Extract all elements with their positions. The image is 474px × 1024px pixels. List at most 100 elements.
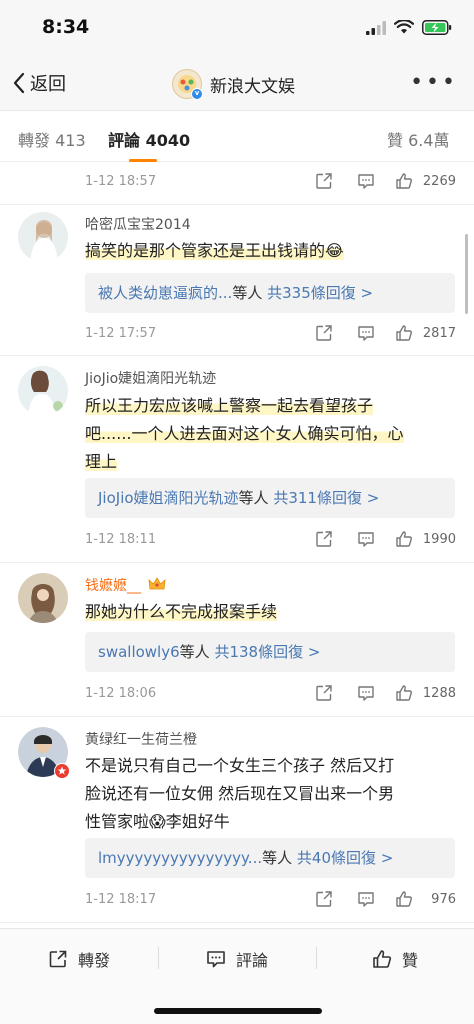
home-indicator[interactable] bbox=[154, 1008, 322, 1014]
comment-time: 1-12 17:57 bbox=[85, 325, 157, 341]
tab-likes[interactable]: 贊 6.4萬 bbox=[387, 127, 450, 151]
divider bbox=[0, 562, 474, 563]
more-options-button[interactable]: ••• bbox=[410, 70, 458, 95]
reply-icon[interactable] bbox=[357, 890, 375, 908]
verified-badge-icon: v bbox=[191, 88, 203, 100]
back-label: 返回 bbox=[30, 74, 66, 95]
reply-count-link[interactable]: 共311條回復 > bbox=[273, 489, 379, 507]
verified-red-badge-icon bbox=[54, 763, 70, 779]
comment-text-line: 性管家啦 bbox=[85, 812, 150, 831]
avatar-image bbox=[18, 366, 68, 416]
reply-suffix: 等人 bbox=[232, 284, 263, 302]
comment-icon bbox=[207, 951, 225, 968]
comment-list[interactable]: 1-12 18:57 2269 哈密瓜宝宝2014 搞笑的是那个管家还是王出钱请… bbox=[0, 162, 474, 928]
wifi-icon bbox=[394, 20, 414, 34]
reply-icon[interactable] bbox=[357, 684, 375, 702]
comment-meta: 1-12 18:17 976 bbox=[85, 885, 456, 913]
comment-actions: 1288 bbox=[291, 684, 456, 702]
status-time: 8:34 bbox=[42, 16, 90, 38]
username[interactable]: 黄绿红一生荷兰橙 bbox=[85, 729, 197, 749]
username[interactable]: 哈密瓜宝宝2014 bbox=[85, 214, 191, 234]
signal-icon bbox=[366, 20, 386, 35]
share-icon[interactable] bbox=[315, 530, 333, 548]
reply-icon[interactable] bbox=[357, 172, 375, 190]
repost-button[interactable]: 轉發 bbox=[48, 947, 110, 971]
avatar[interactable] bbox=[18, 573, 68, 623]
share-icon[interactable] bbox=[315, 890, 333, 908]
like-label: 贊 bbox=[402, 951, 419, 970]
repost-icon bbox=[49, 950, 67, 968]
back-button[interactable]: 返回 bbox=[12, 70, 66, 96]
avatar[interactable] bbox=[18, 366, 68, 416]
comment-text: 搞笑的是那个管家还是王出钱请的😂 bbox=[85, 237, 455, 265]
page-title: 新浪大文娱 bbox=[210, 76, 295, 97]
avatar[interactable] bbox=[18, 727, 70, 779]
reply-count-link[interactable]: 共138條回復 > bbox=[214, 643, 320, 661]
username[interactable]: JioJio婕姐滴阳光轨迹 bbox=[85, 368, 216, 388]
share-icon[interactable] bbox=[315, 684, 333, 702]
comment-meta: 1-12 18:11 1990 bbox=[85, 525, 456, 553]
repost-label: 轉發 bbox=[78, 951, 111, 970]
share-icon[interactable] bbox=[315, 324, 333, 342]
thumbs-up-icon bbox=[373, 950, 392, 968]
replies-summary[interactable]: swallowly6等人 共138條回復 > bbox=[85, 632, 455, 672]
like-button[interactable]: 2269 bbox=[395, 172, 456, 190]
comment-actions: 1990 bbox=[291, 530, 456, 548]
reply-icon[interactable] bbox=[357, 324, 375, 342]
comment-text-content: 那她为什么不完成报案手续 bbox=[85, 602, 278, 621]
like-count: 2817 bbox=[422, 325, 456, 341]
like-button[interactable]: 1990 bbox=[395, 530, 456, 548]
reply-user[interactable]: swallowly6 bbox=[98, 643, 180, 661]
replies-summary[interactable]: lmyyyyyyyyyyyyyyy...等人 共40條回復 > bbox=[85, 838, 455, 878]
avatar-image bbox=[18, 573, 68, 623]
tab-repost[interactable]: 轉發 413 bbox=[18, 127, 86, 151]
screaming-emoji-icon: 😱 bbox=[149, 812, 166, 831]
replies-summary[interactable]: JioJio婕姐滴阳光轨迹等人 共311條回復 > bbox=[85, 478, 455, 518]
divider bbox=[0, 716, 474, 717]
account-header[interactable]: v 新浪大文娱 bbox=[172, 69, 295, 100]
username-text: 钱嬷嬷__ bbox=[85, 578, 141, 594]
comment-text: 那她为什么不完成报案手续 bbox=[85, 598, 455, 626]
reply-icon[interactable] bbox=[357, 530, 375, 548]
avatar[interactable] bbox=[18, 212, 68, 262]
share-icon[interactable] bbox=[315, 172, 333, 190]
chevron-left-icon bbox=[13, 72, 25, 94]
like-button[interactable]: 976 bbox=[395, 890, 456, 908]
comment-button[interactable]: 評論 bbox=[206, 947, 268, 971]
reply-count-link[interactable]: 共335條回復 > bbox=[267, 284, 373, 302]
crown-badge-icon bbox=[148, 577, 166, 590]
comment-meta: 1-12 17:57 2817 bbox=[85, 319, 456, 347]
comment-text-line: 不是说只有自己一个女生三个孩子 然后又打 bbox=[85, 756, 395, 775]
comment-text: 所以王力宏应该喊上警察一起去看望孩子 吧......一个人进去面对这个女人确实可… bbox=[85, 392, 455, 476]
like-bottom-button[interactable]: 贊 bbox=[372, 947, 418, 971]
status-icons bbox=[366, 20, 452, 35]
battery-charging-icon bbox=[422, 20, 452, 35]
divider bbox=[158, 947, 159, 969]
comment-time: 1-12 18:06 bbox=[85, 685, 157, 701]
tab-repost-label: 轉發 bbox=[18, 131, 51, 150]
replies-summary[interactable]: 被人类幼崽逼疯的...等人 共335條回復 > bbox=[85, 273, 455, 313]
comment-text-content: 搞笑的是那个管家还是王出钱请的 bbox=[85, 241, 326, 260]
comment-time: 1-12 18:11 bbox=[85, 531, 157, 547]
divider bbox=[0, 355, 474, 356]
reply-user[interactable]: lmyyyyyyyyyyyyyyy... bbox=[98, 849, 262, 867]
like-count: 976 bbox=[431, 891, 456, 907]
scrollbar[interactable] bbox=[465, 234, 468, 314]
divider bbox=[0, 204, 474, 205]
thumbs-up-icon bbox=[396, 685, 412, 701]
divider bbox=[316, 947, 317, 969]
reply-user[interactable]: JioJio婕姐滴阳光轨迹 bbox=[98, 489, 239, 507]
like-count: 1990 bbox=[422, 531, 456, 547]
username[interactable]: 钱嬷嬷__ bbox=[85, 575, 166, 595]
account-avatar[interactable]: v bbox=[172, 69, 203, 100]
like-button[interactable]: 1288 bbox=[395, 684, 456, 702]
like-button[interactable]: 2817 bbox=[395, 324, 456, 342]
thumbs-up-icon bbox=[396, 325, 412, 341]
reply-user[interactable]: 被人类幼崽逼疯的... bbox=[98, 284, 232, 302]
like-count: 2269 bbox=[422, 173, 456, 189]
comment-actions: 2269 bbox=[291, 172, 456, 190]
tab-comments[interactable]: 評論 4040 bbox=[108, 127, 190, 151]
tab-repost-count: 413 bbox=[55, 131, 86, 150]
reply-count-link[interactable]: 共40條回復 > bbox=[297, 849, 393, 867]
comment-actions: 2817 bbox=[291, 324, 456, 342]
